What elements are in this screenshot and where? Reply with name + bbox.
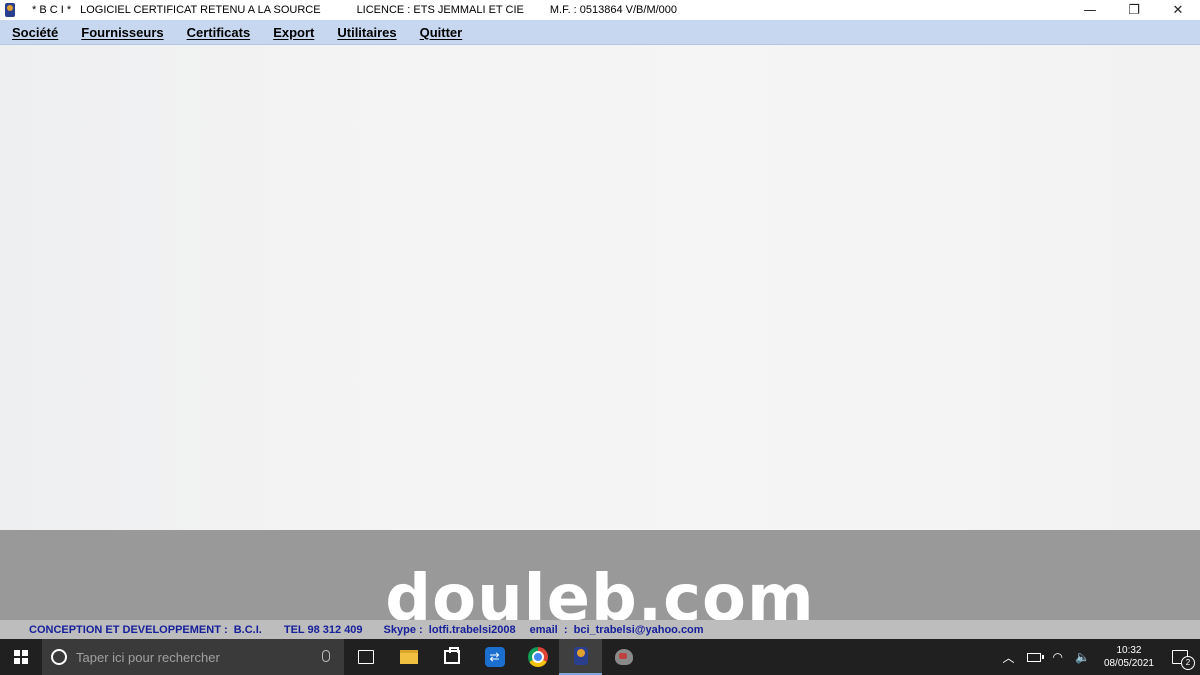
chevron-up-icon[interactable]: ︿ — [1002, 649, 1014, 666]
notification-count-badge: 2 — [1181, 656, 1195, 670]
teamviewer-icon: ⇄ — [484, 647, 505, 667]
footer-info-bar: CONCEPTION ET DEVELOPPEMENT : B.C.I. TEL… — [0, 620, 1200, 639]
task-view-icon — [357, 650, 374, 664]
footer-conception: CONCEPTION ET DEVELOPPEMENT : B.C.I. — [29, 623, 262, 636]
footer-email: email : bci_trabelsi@yahoo.com — [529, 623, 704, 636]
menu-utilitaires[interactable]: Utilitaires — [337, 25, 396, 40]
footer-tel: TEL 98 312 409 — [283, 623, 363, 636]
window-controls: — ❐ ✕ — [1068, 0, 1200, 20]
battery-icon[interactable] — [1026, 652, 1044, 662]
search-placeholder: Taper ici pour rechercher — [76, 649, 220, 665]
tool-app-icon — [614, 649, 633, 665]
menu-certificats[interactable]: Certificats — [187, 25, 251, 40]
menu-quitter[interactable]: Quitter — [420, 25, 463, 40]
window-titlebar: * B C I * LOGICIEL CERTIFICAT RETENU A L… — [0, 0, 1200, 20]
app-name: * B C I * — [32, 4, 72, 16]
wifi-icon[interactable]: ◠ — [1053, 650, 1063, 664]
software-title: LOGICIEL CERTIFICAT RETENU A LA SOURCE — [80, 4, 321, 16]
chrome-button[interactable] — [516, 639, 559, 675]
menu-fournisseurs[interactable]: Fournisseurs — [81, 25, 163, 40]
taskbar: Taper ici pour rechercher ⇄ ︿ ◠ 🔈 10:32 … — [0, 639, 1200, 675]
windows-logo-icon — [14, 650, 28, 664]
mf-label: M.F. : 0513864 V/B/M/000 — [549, 4, 678, 16]
clock-time: 10:32 — [1116, 645, 1142, 656]
app-logo-icon — [4, 3, 16, 17]
restore-button[interactable]: ❐ — [1112, 0, 1156, 20]
taskview-button[interactable] — [344, 639, 387, 675]
minimize-button[interactable]: — — [1068, 0, 1112, 20]
start-button[interactable] — [0, 639, 42, 675]
notification-center-icon[interactable]: 2 — [1172, 650, 1195, 670]
cortana-search-icon — [51, 649, 67, 665]
main-workspace — [0, 45, 1200, 530]
system-tray: ︿ ◠ 🔈 10:32 08/05/2021 2 — [996, 639, 1200, 675]
menu-export[interactable]: Export — [273, 25, 314, 40]
bci-app-button[interactable] — [559, 639, 602, 675]
teamviewer-button[interactable]: ⇄ — [473, 639, 516, 675]
menu-societe[interactable]: Société — [12, 25, 58, 40]
clock-date: 08/05/2021 — [1103, 658, 1154, 669]
bci-app-icon — [573, 647, 588, 665]
licence-label: LICENCE : ETS JEMMALI ET CIE — [356, 4, 524, 16]
store-button[interactable] — [430, 639, 473, 675]
footer-skype: Skype : lotfi.trabelsi2008 — [383, 623, 516, 636]
taskbar-search-box[interactable]: Taper ici pour rechercher — [42, 639, 344, 675]
file-explorer-button[interactable] — [387, 639, 430, 675]
tool-app-button[interactable] — [602, 639, 645, 675]
folder-icon — [399, 650, 418, 664]
store-bag-icon — [443, 647, 460, 664]
menu-bar: Société Fournisseurs Certificats Export … — [0, 20, 1200, 45]
microphone-icon[interactable] — [322, 650, 330, 662]
taskbar-clock[interactable]: 10:32 08/05/2021 — [1104, 644, 1154, 670]
chrome-icon — [527, 647, 548, 667]
close-button[interactable]: ✕ — [1156, 0, 1200, 20]
volume-icon[interactable]: 🔈 — [1075, 650, 1090, 664]
